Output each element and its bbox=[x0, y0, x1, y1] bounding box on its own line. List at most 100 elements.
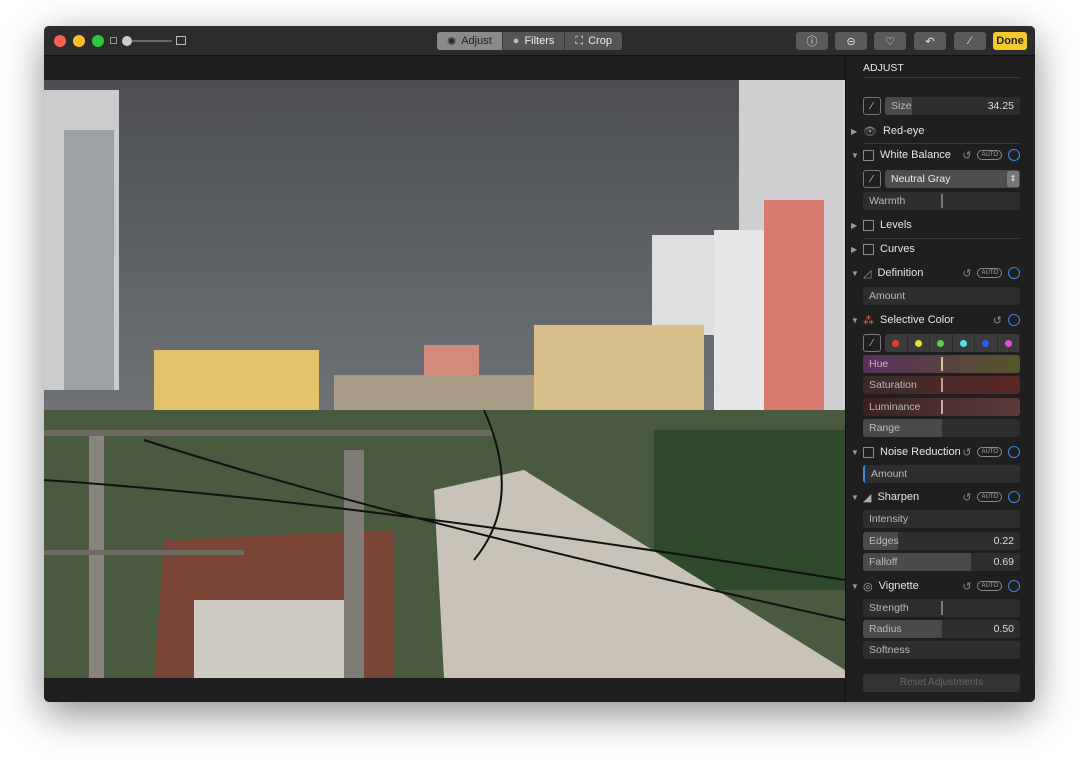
color-swatches bbox=[885, 334, 1020, 352]
noise-reduction-icon bbox=[863, 446, 874, 458]
rotate-button[interactable]: ↶ bbox=[914, 32, 946, 50]
levels-icon bbox=[863, 219, 874, 231]
done-button[interactable]: Done bbox=[993, 32, 1027, 50]
color-swatch-row: ⁄ bbox=[863, 334, 1020, 352]
undo-icon[interactable]: ↺ bbox=[993, 314, 1002, 327]
info-icon: ⓘ bbox=[806, 36, 818, 48]
color-dot bbox=[892, 339, 900, 347]
eye-icon: 👁 bbox=[863, 125, 877, 138]
noise-amount-slider[interactable]: Amount bbox=[863, 465, 1020, 483]
more-icon: ⊝ bbox=[846, 35, 856, 48]
undo-icon[interactable]: ↺ bbox=[962, 446, 971, 459]
section-definition[interactable]: ▼ ◿ Definition ↺ AUTO bbox=[851, 264, 1020, 282]
range-slider[interactable]: Range bbox=[863, 419, 1020, 437]
zoom-slider[interactable] bbox=[110, 36, 186, 46]
panel-title: ADJUST bbox=[863, 62, 904, 74]
zoom-button[interactable] bbox=[92, 35, 104, 47]
tab-adjust[interactable]: ✺ Adjust bbox=[437, 32, 503, 50]
color-swatch[interactable] bbox=[953, 334, 975, 352]
wb-mode-select[interactable]: Neutral Gray ⇕ bbox=[885, 170, 1020, 188]
heart-icon: ♡ bbox=[885, 35, 895, 48]
wb-mode-row: ⁄ Neutral Gray ⇕ bbox=[863, 170, 1020, 188]
undo-icon[interactable]: ↺ bbox=[962, 491, 971, 504]
reset-adjustments-button[interactable]: Reset Adjustments bbox=[863, 674, 1020, 692]
auto-button[interactable]: AUTO bbox=[977, 581, 1002, 591]
toggle-ring-icon[interactable] bbox=[1008, 314, 1020, 326]
favorite-button[interactable]: ♡ bbox=[874, 32, 906, 50]
color-dot bbox=[959, 339, 967, 347]
toolbar: ✺ Adjust ● Filters ⛶ Crop ⓘ ⊝ ♡ ↶ ⁄ Done bbox=[44, 26, 1035, 56]
section-selective-color[interactable]: ▼ ⁂ Selective Color ↺ bbox=[851, 311, 1020, 329]
tab-filters[interactable]: ● Filters bbox=[503, 32, 566, 50]
section-vignette[interactable]: ▼ ◎ Vignette ↺ AUTO bbox=[851, 577, 1020, 595]
more-button[interactable]: ⊝ bbox=[835, 32, 867, 50]
undo-icon[interactable]: ↺ bbox=[962, 267, 971, 280]
hue-slider[interactable]: Hue bbox=[863, 355, 1020, 373]
disclosure-down-icon[interactable]: ▼ bbox=[851, 582, 859, 591]
info-button[interactable]: ⓘ bbox=[796, 32, 828, 50]
section-sharpen[interactable]: ▼ ◢ Sharpen ↺ AUTO bbox=[851, 488, 1020, 506]
disclosure-down-icon[interactable]: ▼ bbox=[851, 151, 859, 160]
magic-wand-icon: ⁄ bbox=[969, 35, 971, 47]
disclosure-down-icon[interactable]: ▼ bbox=[851, 316, 859, 325]
curves-icon bbox=[863, 243, 874, 255]
tab-crop[interactable]: ⛶ Crop bbox=[565, 32, 622, 50]
disclosure-right-icon[interactable]: ▶ bbox=[851, 245, 857, 254]
eyedropper-icon[interactable]: ⁄ bbox=[863, 170, 881, 188]
minimize-button[interactable] bbox=[73, 35, 85, 47]
color-swatch[interactable] bbox=[885, 334, 908, 352]
color-swatch[interactable] bbox=[975, 334, 998, 352]
definition-icon: ◿ bbox=[863, 267, 872, 280]
auto-button[interactable]: AUTO bbox=[977, 447, 1002, 457]
eyedropper-icon[interactable]: ⁄ bbox=[863, 334, 881, 352]
auto-button[interactable]: AUTO bbox=[977, 150, 1002, 160]
adjust-panel: ADJUST ⁄ Size 34.25 ▶ 👁 Red-eye ▼ White Bala… bbox=[845, 56, 1035, 702]
photo-canvas[interactable] bbox=[44, 80, 845, 678]
disclosure-down-icon[interactable]: ▼ bbox=[851, 269, 859, 278]
close-button[interactable] bbox=[54, 35, 66, 47]
color-swatch[interactable] bbox=[908, 334, 930, 352]
falloff-slider[interactable]: Falloff 0.69 bbox=[863, 553, 1020, 571]
undo-icon[interactable]: ↺ bbox=[962, 580, 971, 593]
radius-slider[interactable]: Radius 0.50 bbox=[863, 620, 1020, 638]
disclosure-right-icon[interactable]: ▶ bbox=[851, 221, 857, 230]
toggle-ring-icon[interactable] bbox=[1008, 491, 1020, 503]
section-red-eye[interactable]: ▶ 👁 Red-eye bbox=[851, 122, 1020, 140]
undo-icon[interactable]: ↺ bbox=[962, 149, 971, 162]
disclosure-down-icon[interactable]: ▼ bbox=[851, 448, 859, 457]
saturation-slider[interactable]: Saturation bbox=[863, 376, 1020, 394]
strength-slider[interactable]: Strength bbox=[863, 599, 1020, 617]
disclosure-down-icon[interactable]: ▼ bbox=[851, 493, 859, 502]
rotate-icon: ↶ bbox=[925, 35, 935, 48]
softness-slider[interactable]: Softness bbox=[863, 641, 1020, 659]
section-white-balance[interactable]: ▼ White Balance ↺ AUTO bbox=[851, 146, 1020, 164]
color-swatch[interactable] bbox=[930, 334, 953, 352]
section-levels[interactable]: ▶ Levels bbox=[851, 216, 1020, 234]
toggle-ring-icon[interactable] bbox=[1008, 580, 1020, 592]
slider-knob[interactable] bbox=[122, 36, 132, 46]
color-dot bbox=[914, 339, 922, 347]
definition-amount-slider[interactable]: Amount bbox=[863, 287, 1020, 305]
auto-button[interactable]: AUTO bbox=[977, 268, 1002, 278]
luminance-slider[interactable]: Luminance bbox=[863, 398, 1020, 416]
warmth-slider[interactable]: Warmth bbox=[863, 192, 1020, 210]
size-slider[interactable]: Size 34.25 bbox=[885, 97, 1020, 115]
toggle-ring-icon[interactable] bbox=[1008, 149, 1020, 161]
selective-color-icon: ⁂ bbox=[863, 314, 874, 327]
large-image-icon bbox=[176, 36, 186, 45]
brush-icon[interactable]: ⁄ bbox=[863, 97, 881, 115]
select-arrows-icon: ⇕ bbox=[1007, 171, 1019, 187]
intensity-slider[interactable]: Intensity bbox=[863, 510, 1020, 528]
enhance-button[interactable]: ⁄ bbox=[954, 32, 986, 50]
color-dot bbox=[937, 339, 945, 347]
vignette-icon: ◎ bbox=[863, 580, 873, 593]
auto-button[interactable]: AUTO bbox=[977, 492, 1002, 502]
color-swatch[interactable] bbox=[998, 334, 1020, 352]
disclosure-right-icon[interactable]: ▶ bbox=[851, 127, 857, 136]
toggle-ring-icon[interactable] bbox=[1008, 446, 1020, 458]
edges-slider[interactable]: Edges 0.22 bbox=[863, 532, 1020, 550]
section-noise-reduction[interactable]: ▼ Noise Reduction ↺ AUTO bbox=[851, 443, 1020, 461]
section-curves[interactable]: ▶ Curves bbox=[851, 240, 1020, 258]
toggle-ring-icon[interactable] bbox=[1008, 267, 1020, 279]
adjust-dial-icon: ✺ bbox=[447, 35, 457, 48]
